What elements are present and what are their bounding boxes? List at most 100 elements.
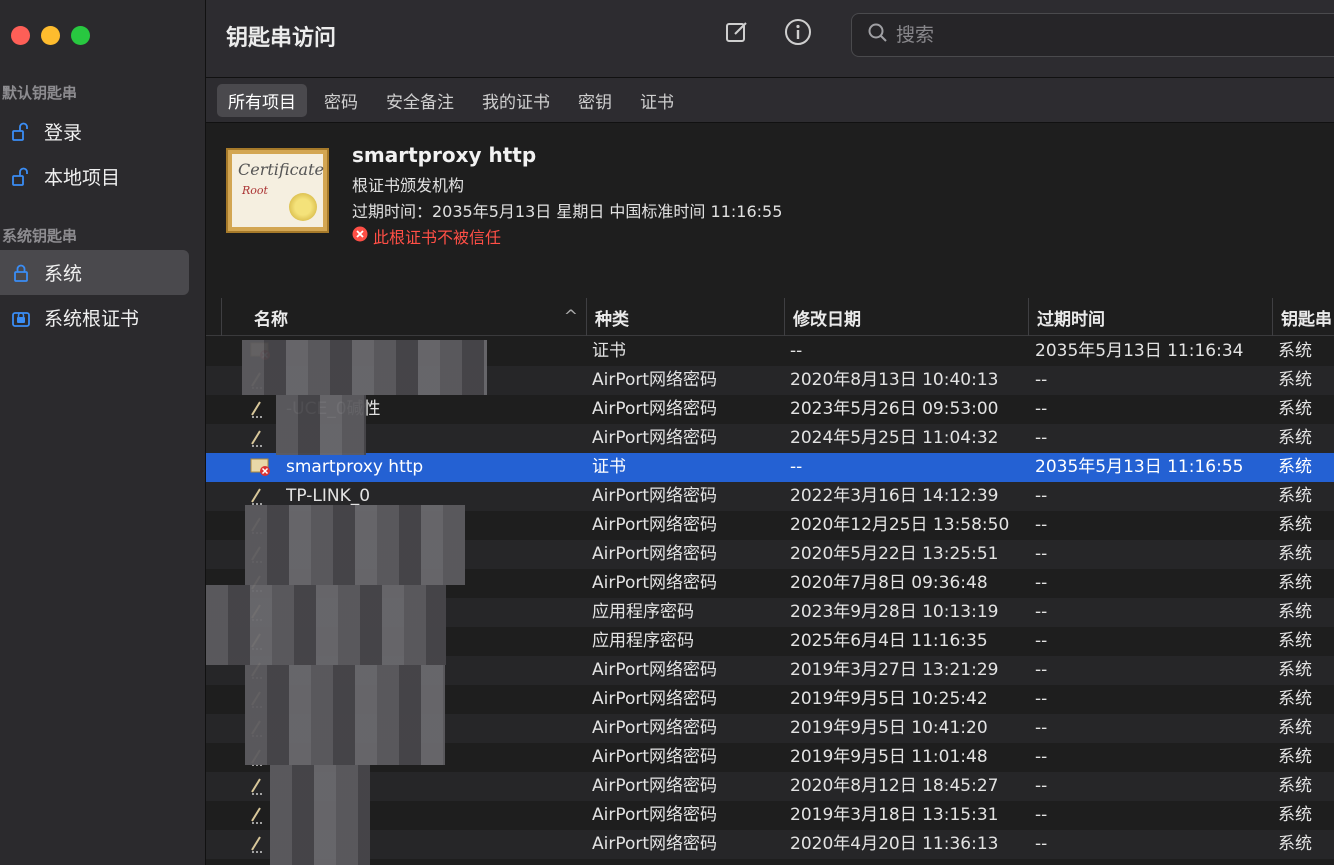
row-expiry: --: [1035, 428, 1048, 448]
sidebar-item-local-items[interactable]: 本地项目: [0, 154, 189, 199]
row-modified-date: 2020年8月12日 18:45:27: [790, 776, 999, 796]
row-modified-date: 2023年5月26日 09:53:00: [790, 399, 999, 419]
password-icon: [250, 399, 272, 421]
row-keychain: 系统: [1278, 602, 1312, 622]
info-icon: [784, 18, 812, 50]
column-header-expires[interactable]: 过期时间: [1028, 298, 1272, 336]
detail-type: 根证书颁发机构: [352, 176, 465, 195]
row-expiry: --: [1035, 631, 1048, 651]
redaction-overlay: [276, 395, 366, 455]
row-name: smartproxy http: [286, 457, 424, 477]
column-label: 名称: [254, 309, 288, 330]
column-label: 钥匙串: [1281, 309, 1332, 330]
sidebar-section-default: 默认钥匙串: [2, 84, 78, 102]
sidebar-item-system-roots[interactable]: 系统根证书: [0, 295, 189, 340]
table-row[interactable]: AirPort网络密码 2020年4月20日 11:36:13 -- 系统: [206, 830, 1334, 859]
certificate-icon: Certificate Root: [226, 148, 329, 233]
search-icon: [868, 23, 888, 47]
row-modified-date: 2020年5月22日 13:25:51: [790, 544, 999, 564]
table-row[interactable]: AirPort网络密码 2024年5月25日 11:04:32 -- 系统: [206, 424, 1334, 453]
sidebar-item-login[interactable]: 登录: [0, 109, 189, 154]
row-expiry: --: [1035, 660, 1048, 680]
tab-certificates[interactable]: 证书: [629, 84, 685, 117]
row-modified-date: 2019年9月5日 10:41:20: [790, 718, 988, 738]
row-expiry: --: [1035, 544, 1048, 564]
row-modified-date: 2022年3月16日 14:12:39: [790, 486, 999, 506]
category-tabs: 所有项目 密码 安全备注 我的证书 密钥 证书: [206, 78, 1334, 123]
row-expiry: --: [1035, 602, 1048, 622]
row-kind: AirPort网络密码: [592, 428, 718, 448]
minimize-window-button[interactable]: [41, 26, 60, 45]
close-window-button[interactable]: [11, 26, 30, 45]
row-keychain: 系统: [1278, 747, 1312, 767]
redaction-overlay: [242, 340, 487, 395]
tab-secure-notes[interactable]: 安全备注: [375, 84, 465, 117]
row-keychain: 系统: [1278, 544, 1312, 564]
row-modified-date: 2024年5月25日 11:04:32: [790, 428, 999, 448]
detail-expiry: 过期时间：2035年5月13日 星期日 中国标准时间 11:16:55: [352, 202, 783, 221]
column-header-modified[interactable]: 修改日期: [784, 298, 1028, 336]
row-expiry: --: [1035, 573, 1048, 593]
table-row[interactable]: AirPort网络密码 2019年3月18日 13:15:31 -- 系统: [206, 801, 1334, 830]
sidebar-item-label: 本地项目: [44, 167, 121, 189]
row-modified-date: 2019年3月18日 13:15:31: [790, 805, 999, 825]
table-row[interactable]: AirPort网络密码 2020年8月12日 18:45:27 -- 系统: [206, 772, 1334, 801]
row-kind: AirPort网络密码: [592, 515, 718, 535]
password-icon: [250, 805, 272, 827]
table-row[interactable]: -UCE_0碱性AirPort网络密码2023年5月26日 09:53:00--…: [206, 395, 1334, 424]
table-row[interactable]: smartproxy http 证书 -- 2035年5月13日 11:16:55 系统: [206, 453, 1334, 482]
column-header-name[interactable]: 名称 ^: [221, 298, 588, 336]
row-modified-date: 2023年9月28日 10:13:19: [790, 602, 999, 622]
row-kind: 应用程序密码: [592, 631, 694, 651]
row-kind: AirPort网络密码: [592, 660, 718, 680]
row-modified-date: 2019年9月5日 10:25:42: [790, 689, 988, 709]
tab-keys[interactable]: 密钥: [567, 84, 623, 117]
row-keychain: 系统: [1278, 399, 1312, 419]
row-kind: AirPort网络密码: [592, 776, 718, 796]
sidebar-item-label: 登录: [44, 122, 83, 144]
tab-all-items[interactable]: 所有项目: [217, 83, 307, 117]
row-expiry: --: [1035, 805, 1048, 825]
row-expiry: --: [1035, 689, 1048, 709]
redaction-overlay: [206, 585, 446, 665]
unlock-icon: [10, 166, 32, 188]
lock-icon: [10, 262, 32, 284]
row-keychain: 系统: [1278, 631, 1312, 651]
row-kind: AirPort网络密码: [592, 486, 718, 506]
password-icon: [250, 428, 272, 450]
detail-name: smartproxy http: [352, 143, 537, 167]
tab-my-certificates[interactable]: 我的证书: [471, 84, 561, 117]
row-keychain: 系统: [1278, 370, 1312, 390]
column-header-kind[interactable]: 种类: [586, 298, 784, 336]
search-field[interactable]: [851, 13, 1334, 57]
row-keychain: 系统: [1278, 457, 1312, 477]
row-modified-date: 2019年9月5日 11:01:48: [790, 747, 988, 767]
row-modified-date: --: [790, 457, 803, 477]
row-keychain: 系统: [1278, 718, 1312, 738]
row-expiry: --: [1035, 370, 1048, 390]
sidebar-item-label: 系统: [44, 263, 83, 285]
column-header-keychain[interactable]: 钥匙串: [1272, 298, 1334, 336]
row-keychain: 系统: [1278, 834, 1312, 854]
compose-button[interactable]: [721, 18, 753, 50]
sidebar-section-system: 系统钥匙串: [2, 227, 78, 245]
row-kind: AirPort网络密码: [592, 399, 718, 419]
row-kind: AirPort网络密码: [592, 689, 718, 709]
row-expiry: --: [1035, 776, 1048, 796]
row-kind: AirPort网络密码: [592, 834, 718, 854]
info-button[interactable]: [782, 18, 814, 50]
row-keychain: 系统: [1278, 515, 1312, 535]
zoom-window-button[interactable]: [71, 26, 90, 45]
certificate-icon-subtext: Root: [242, 184, 268, 197]
error-icon: [352, 226, 368, 246]
row-kind: AirPort网络密码: [592, 718, 718, 738]
table-header: 名称 ^ 种类 修改日期 过期时间 钥匙串: [206, 298, 1334, 336]
row-expiry: --: [1035, 834, 1048, 854]
search-input[interactable]: [896, 24, 1296, 46]
row-kind: 应用程序密码: [592, 602, 694, 622]
tab-passwords[interactable]: 密码: [313, 84, 369, 117]
row-modified-date: 2020年7月8日 09:36:48: [790, 573, 988, 593]
row-keychain: 系统: [1278, 341, 1312, 361]
sidebar-item-system[interactable]: 系统: [0, 250, 189, 295]
row-kind: 证书: [592, 341, 626, 361]
